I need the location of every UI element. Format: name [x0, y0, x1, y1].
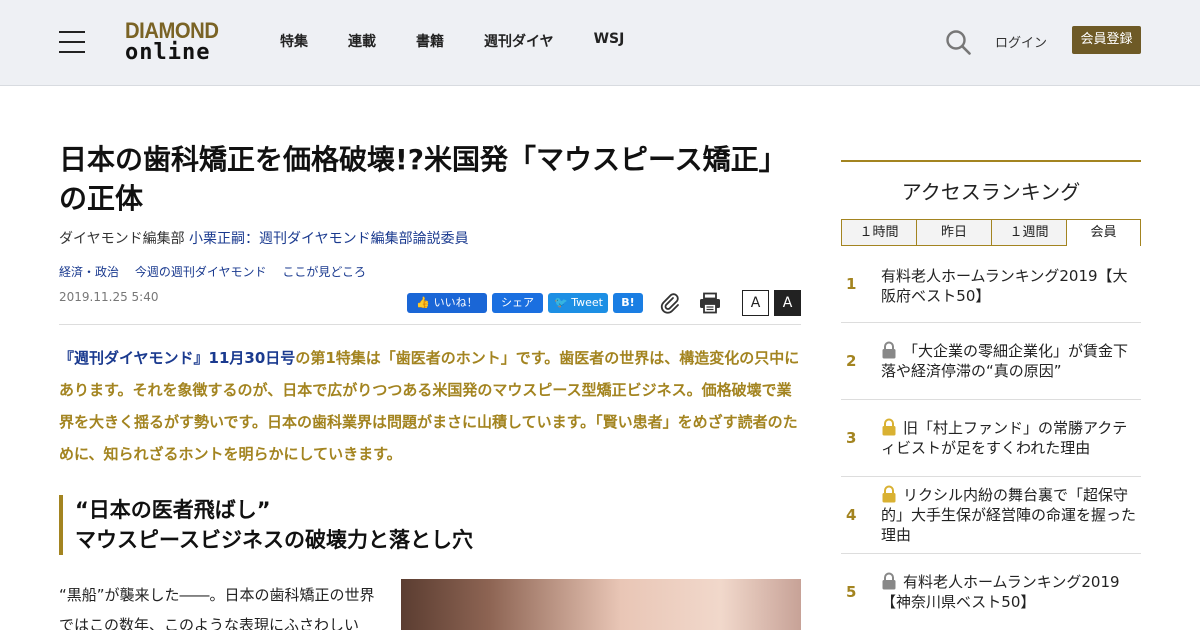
- nav-item-books[interactable]: 書籍: [416, 31, 444, 51]
- nav-item-weekly-diamond[interactable]: 週刊ダイヤ: [484, 31, 554, 51]
- lock-icon: [882, 485, 896, 503]
- tweet-label: Tweet: [571, 296, 603, 309]
- logo-line1: DIAMOND: [125, 18, 219, 43]
- magazine-issue-link[interactable]: 『週刊ダイヤモンド』11月30日号: [59, 349, 295, 367]
- site-header: DIAMOND online 特集 連載 書籍 週刊ダイヤ WSJ ログイン 会…: [0, 0, 1200, 86]
- ranking-text: 有料老人ホームランキング2019【大阪府ベスト50】: [881, 267, 1128, 305]
- tweet-button[interactable]: 🐦 Tweet: [548, 293, 608, 313]
- ranking-text: 旧「村上ファンド」の常勝アクティビストが足をすくわれた理由: [881, 419, 1128, 457]
- ranking-number: 5: [846, 583, 857, 601]
- register-button[interactable]: 会員登録: [1072, 26, 1141, 54]
- share-buttons: 👍 いいね！ シェア 🐦 Tweet B!: [407, 293, 648, 313]
- article-photo: [401, 579, 801, 630]
- ranking-title-link[interactable]: 有料老人ホームランキング2019【神奈川県ベスト50】: [881, 572, 1141, 612]
- ranking-tabs: １時間 昨日 １週間 会員: [841, 219, 1141, 246]
- tab-1-week[interactable]: １週間: [991, 219, 1066, 246]
- ranking-number: 3: [846, 429, 857, 447]
- twitter-bird-icon: 🐦: [554, 296, 572, 309]
- thumbs-up-icon: 👍: [416, 296, 434, 309]
- ranking-item[interactable]: 1 有料老人ホームランキング2019【大阪府ベスト50】: [841, 246, 1141, 323]
- ranking-item[interactable]: 5 有料老人ホームランキング2019【神奈川県ベスト50】: [841, 554, 1141, 630]
- ranking-title-link[interactable]: 「大企業の零細企業化」が賃金下落や経済停滞の“真の原因”: [881, 341, 1141, 381]
- ranking-text: 有料老人ホームランキング2019【神奈川県ベスト50】: [881, 573, 1120, 611]
- body-line: ではこの数年、このような表現にふさわしい: [59, 616, 360, 630]
- ranking-number: 2: [846, 352, 857, 370]
- section-heading-line2: マウスピースビジネスの破壊力と落とし穴: [75, 528, 473, 552]
- sidebar-top-rule: [841, 160, 1141, 162]
- divider: [59, 324, 801, 325]
- main-nav: 特集 連載 書籍 週刊ダイヤ WSJ: [280, 31, 664, 51]
- site-logo[interactable]: DIAMOND online: [125, 20, 227, 66]
- lock-icon: [882, 418, 896, 436]
- paperclip-icon[interactable]: [659, 292, 681, 314]
- article-lead: 『週刊ダイヤモンド』11月30日号の第1特集は「歯医者のホント」です。歯医者の世…: [59, 342, 801, 470]
- ranking-title: アクセスランキング: [901, 180, 1081, 204]
- tab-1-hour[interactable]: １時間: [841, 219, 916, 246]
- section-heading: “日本の医者飛ばし” マウスピースビジネスの破壊力と落とし穴: [59, 495, 801, 555]
- ranking-item[interactable]: 2 「大企業の零細企業化」が賃金下落や経済停滞の“真の原因”: [841, 323, 1141, 400]
- lock-icon: [882, 341, 896, 359]
- print-icon[interactable]: [699, 292, 721, 314]
- section-heading-line1: “日本の医者飛ばし”: [75, 498, 271, 522]
- ranking-text: 「大企業の零細企業化」が賃金下落や経済停滞の“真の原因”: [881, 342, 1129, 380]
- ranking-text: リクシル内紛の舞台裏で「超保守的」大手生保が経営陣の命運を握った理由: [881, 486, 1137, 544]
- ranking-title-link[interactable]: リクシル内紛の舞台裏で「超保守的」大手生保が経営陣の命運を握った理由: [881, 485, 1141, 545]
- body-line: “黒船”が襲来した――。日本の歯科矯正の世界: [59, 586, 375, 604]
- facebook-share-button[interactable]: シェア: [492, 293, 543, 313]
- login-link[interactable]: ログイン: [995, 32, 1047, 51]
- facebook-like-label: いいね！: [433, 296, 478, 309]
- tag-link[interactable]: 今週の週刊ダイヤモンド: [135, 265, 267, 279]
- byline-prefix: ダイヤモンド編集部: [59, 231, 190, 247]
- ranking-title-link[interactable]: 有料老人ホームランキング2019【大阪府ベスト50】: [881, 266, 1141, 306]
- font-size-small-button[interactable]: A: [742, 290, 769, 316]
- ranking-number: 4: [846, 506, 857, 524]
- menu-icon-bar: [59, 51, 85, 53]
- author-link[interactable]: 小栗正嗣：週刊ダイヤモンド編集部論説委員: [189, 231, 469, 247]
- facebook-like-button[interactable]: 👍 いいね！: [407, 293, 487, 313]
- ranking-item[interactable]: 3 旧「村上ファンド」の常勝アクティビストが足をすくわれた理由: [841, 400, 1141, 477]
- hatena-bookmark-button[interactable]: B!: [613, 293, 643, 313]
- menu-icon-bar: [59, 41, 85, 43]
- ranking-list: 1 有料老人ホームランキング2019【大阪府ベスト50】 2 「大企業の零細企業…: [841, 246, 1141, 630]
- menu-icon[interactable]: [59, 31, 85, 53]
- byline: ダイヤモンド編集部 小栗正嗣：週刊ダイヤモンド編集部論説委員: [59, 228, 469, 248]
- ranking-number: 1: [846, 275, 857, 293]
- nav-item-series[interactable]: 連載: [348, 31, 376, 51]
- menu-icon-bar: [59, 31, 85, 33]
- lock-icon: [882, 572, 896, 590]
- article-tags: 経済・政治 今週の週刊ダイヤモンド ここが見どころ: [59, 263, 378, 280]
- article-body: “黒船”が襲来した――。日本の歯科矯正の世界 ではこの数年、このような表現にふさ…: [59, 580, 383, 630]
- tab-members[interactable]: 会員: [1066, 219, 1141, 246]
- nav-item-features[interactable]: 特集: [280, 31, 308, 51]
- nav-item-wsj[interactable]: WSJ: [594, 31, 625, 51]
- ranking-item[interactable]: 4 リクシル内紛の舞台裏で「超保守的」大手生保が経営陣の命運を握った理由: [841, 477, 1141, 554]
- ranking-title-link[interactable]: 旧「村上ファンド」の常勝アクティビストが足をすくわれた理由: [881, 418, 1141, 458]
- publish-date: 2019.11.25 5:40: [59, 290, 159, 304]
- font-size-large-button[interactable]: A: [774, 290, 801, 316]
- article-title: 日本の歯科矯正を価格破壊!?米国発「マウスピース矯正」の正体: [59, 143, 787, 215]
- tag-link[interactable]: 経済・政治: [59, 265, 119, 279]
- tab-yesterday[interactable]: 昨日: [916, 219, 991, 246]
- logo-line2: online: [125, 40, 211, 65]
- tag-link[interactable]: ここが見どころ: [282, 265, 366, 279]
- search-icon[interactable]: [945, 29, 971, 55]
